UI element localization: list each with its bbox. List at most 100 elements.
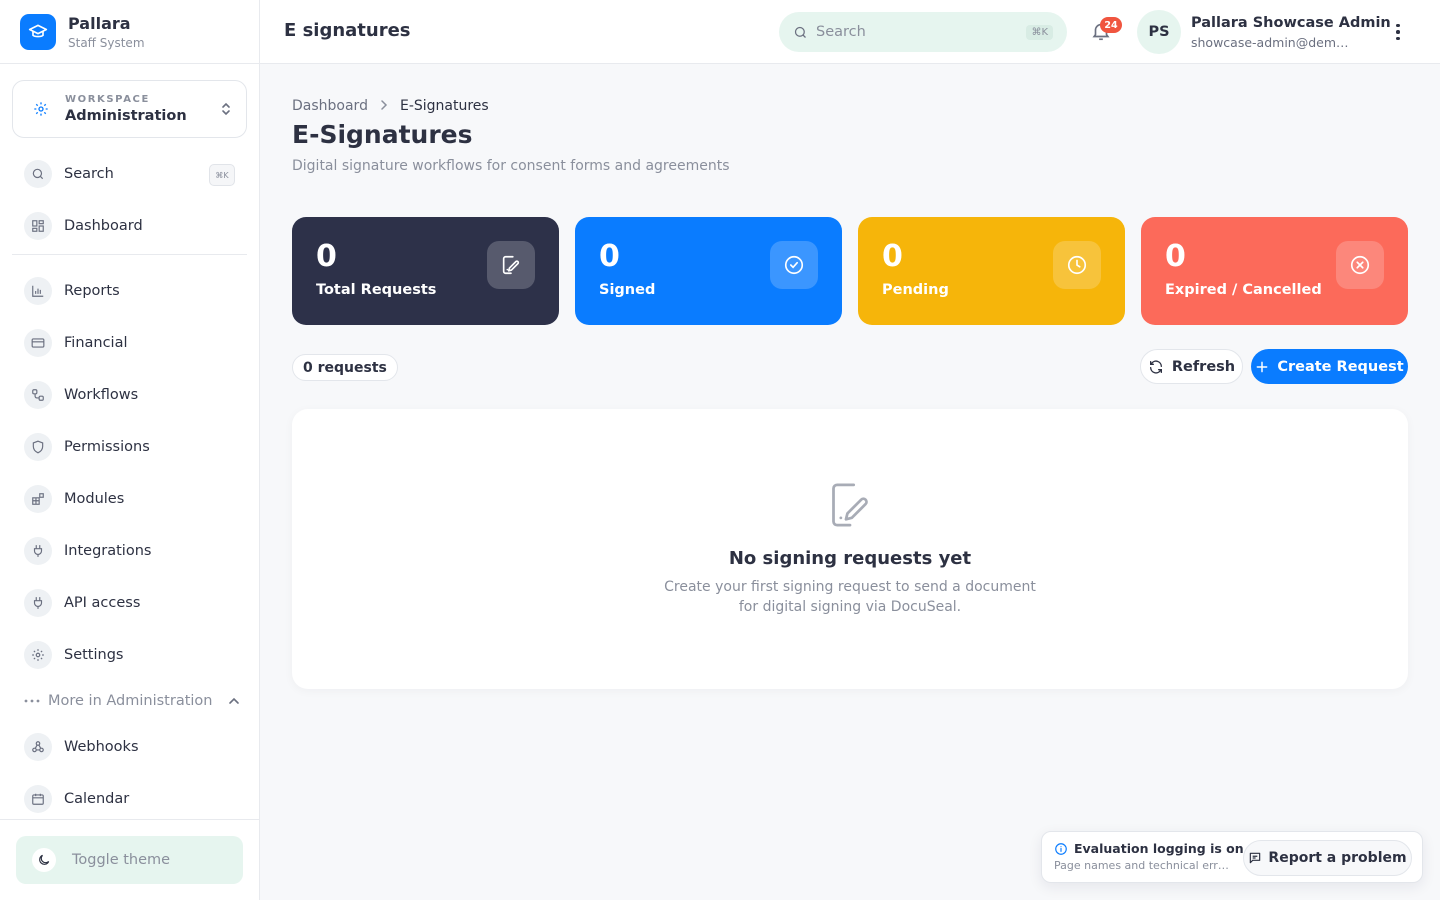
brand-name: Pallara xyxy=(68,13,131,33)
empty-state-line: Create your first signing request to sen… xyxy=(664,579,1036,595)
workspace-label: WORKSPACE xyxy=(65,94,150,105)
top-header: E signatures ⌘K 24 PS Pallara Showcase A… xyxy=(260,0,1440,64)
stat-card-expired[interactable]: 0 Expired / Cancelled xyxy=(1141,217,1408,325)
sidebar-item-calendar[interactable]: Calendar xyxy=(12,777,247,821)
sidebar-item-financial[interactable]: Financial xyxy=(12,321,247,365)
notifications-button[interactable]: 24 xyxy=(1090,17,1122,44)
page-subtitle: Digital signature workflows for consent … xyxy=(292,158,730,174)
signature-icon xyxy=(487,241,535,289)
search-bar[interactable]: ⌘K xyxy=(779,12,1067,52)
stat-value: 0 xyxy=(882,239,903,274)
more-section-toggle[interactable]: More in Administration xyxy=(24,690,240,712)
shortcut-hint: ⌘K xyxy=(209,164,235,186)
kebab-icon xyxy=(1396,36,1400,41)
graduation-cap-icon xyxy=(20,13,56,50)
create-request-label: Create Request xyxy=(1277,358,1404,375)
sidebar-item-label: Workflows xyxy=(64,387,139,403)
stat-label: Expired / Cancelled xyxy=(1165,282,1322,298)
moon-icon xyxy=(32,848,56,872)
toast-description: Page names and technical err… xyxy=(1054,859,1229,872)
stat-value: 0 xyxy=(316,239,337,274)
breadcrumb: Dashboard E-Signatures xyxy=(292,98,489,114)
user-name[interactable]: Pallara Showcase Admin xyxy=(1191,15,1391,31)
toggle-theme-label: Toggle theme xyxy=(72,852,171,868)
breadcrumb-link-dashboard[interactable]: Dashboard xyxy=(292,98,368,114)
create-request-button[interactable]: Create Request xyxy=(1251,349,1408,384)
sidebar-item-api-access[interactable]: API access xyxy=(12,581,247,625)
stat-value: 0 xyxy=(599,239,620,274)
search-icon xyxy=(24,160,52,188)
workspace-switcher[interactable]: WORKSPACE Administration xyxy=(12,80,247,138)
x-circle-icon xyxy=(1336,241,1384,289)
sidebar-item-label: API access xyxy=(64,595,141,611)
sidebar-item-webhooks[interactable]: Webhooks xyxy=(12,725,247,769)
stat-value: 0 xyxy=(1165,239,1186,274)
webhook-icon xyxy=(24,733,52,761)
more-menu-button[interactable] xyxy=(1388,20,1408,44)
stat-label: Signed xyxy=(599,282,656,298)
sidebar-item-permissions[interactable]: Permissions xyxy=(12,425,247,469)
plug-icon xyxy=(24,537,52,565)
sidebar-item-label: Integrations xyxy=(64,543,152,559)
sidebar-item-label: Webhooks xyxy=(64,739,139,755)
divider xyxy=(12,254,247,255)
sidebar-item-modules[interactable]: Modules xyxy=(12,477,247,521)
page-title: E-Signatures xyxy=(292,120,473,149)
empty-state-title: No signing requests yet xyxy=(728,548,972,569)
chevron-up-down-icon xyxy=(222,102,230,116)
sidebar-footer: Toggle theme xyxy=(0,819,259,900)
stat-label: Pending xyxy=(882,282,949,298)
workspace-name: Administration xyxy=(65,108,187,124)
sidebar-item-settings[interactable]: Settings xyxy=(12,633,247,677)
shortcut-hint: ⌘K xyxy=(1026,24,1053,40)
workflow-icon xyxy=(24,381,52,409)
gear-icon xyxy=(34,102,48,116)
stat-label: Total Requests xyxy=(316,282,437,298)
sidebar-item-label: Settings xyxy=(64,647,124,663)
message-square-icon xyxy=(1250,852,1261,864)
breadcrumb-current: E-Signatures xyxy=(399,98,489,114)
sidebar-item-workflows[interactable]: Workflows xyxy=(12,373,247,417)
clock-icon xyxy=(1053,241,1101,289)
empty-state: No signing requests yet Create your firs… xyxy=(292,409,1408,689)
chevron-right-icon xyxy=(380,99,388,114)
gear-icon xyxy=(24,641,52,669)
info-icon xyxy=(1055,842,1067,855)
request-count-badge: 0 requests xyxy=(292,354,398,381)
modules-icon xyxy=(24,485,52,513)
sidebar-item-integrations[interactable]: Integrations xyxy=(12,529,247,573)
chevron-up-icon xyxy=(229,697,239,704)
empty-state-text: Create your first signing request to sen… xyxy=(292,577,1408,617)
refresh-icon xyxy=(1149,359,1162,374)
credit-card-icon xyxy=(24,329,52,357)
bar-chart-icon xyxy=(24,277,52,305)
sidebar-item-label: Modules xyxy=(64,491,125,507)
report-problem-button[interactable]: Report a problem xyxy=(1243,840,1412,876)
sidebar-item-dashboard[interactable]: Dashboard xyxy=(12,204,247,248)
calendar-icon xyxy=(24,785,52,813)
search-input[interactable] xyxy=(816,24,1027,40)
brand-subtitle: Staff System xyxy=(68,35,145,50)
toggle-theme-button[interactable]: Toggle theme xyxy=(16,836,243,884)
stat-card-total[interactable]: 0 Total Requests xyxy=(292,217,559,325)
sidebar-item-search[interactable]: Search ⌘K xyxy=(12,152,247,196)
sidebar-item-reports[interactable]: Reports xyxy=(12,269,247,313)
refresh-button[interactable]: Refresh xyxy=(1140,349,1243,384)
user-email: showcase-admin@dem… xyxy=(1191,35,1349,50)
sidebar: Pallara Staff System WORKSPACE Administr… xyxy=(0,0,260,900)
check-circle-icon xyxy=(770,241,818,289)
avatar[interactable]: PS xyxy=(1137,10,1181,54)
plug-icon xyxy=(24,589,52,617)
more-section-label: More in Administration xyxy=(48,693,213,709)
stat-card-signed[interactable]: 0 Signed xyxy=(575,217,842,325)
search-icon xyxy=(794,26,806,38)
signature-icon xyxy=(828,481,872,533)
empty-state-line: for digital signing via DocuSeal. xyxy=(738,599,962,615)
kebab-icon xyxy=(1396,23,1400,28)
brand[interactable]: Pallara Staff System xyxy=(0,0,259,64)
refresh-label: Refresh xyxy=(1171,358,1236,375)
stat-card-pending[interactable]: 0 Pending xyxy=(858,217,1125,325)
shield-icon xyxy=(24,433,52,461)
notification-badge: 24 xyxy=(1100,17,1122,33)
plus-icon xyxy=(1256,361,1268,372)
